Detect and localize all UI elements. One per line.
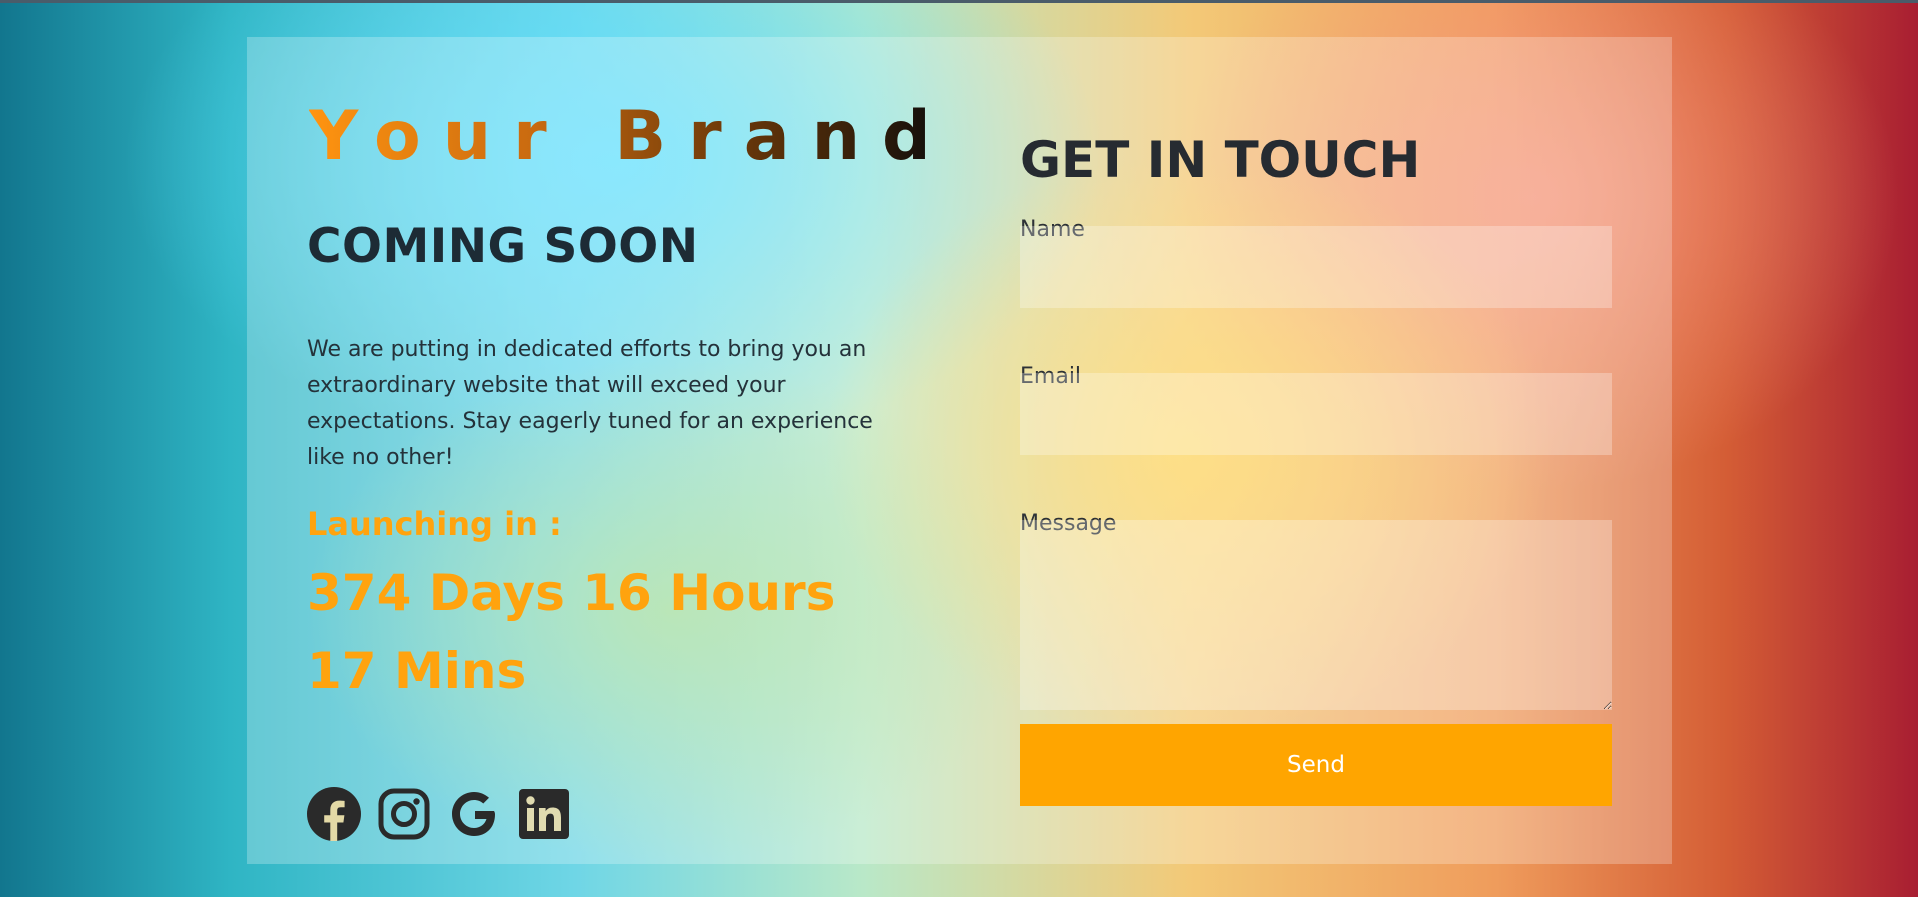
countdown-timer: 374 Days 16 Hours 17 Mins — [307, 564, 836, 700]
coming-soon-heading: COMING SOON — [307, 219, 699, 274]
intro-description: We are putting in dedicated efforts to b… — [307, 337, 873, 470]
contact-form: GET IN TOUCH Name Email Message Send — [1020, 37, 1612, 864]
brand-logo: Your Brand — [309, 97, 953, 176]
email-input[interactable] — [1020, 373, 1612, 455]
launch-label: Launching in : — [307, 505, 562, 543]
google-icon[interactable] — [447, 787, 501, 841]
window-top-border — [0, 0, 1918, 3]
content-card: Your Brand COMING SOON We are putting in… — [247, 37, 1672, 864]
message-textarea[interactable] — [1020, 520, 1612, 710]
get-in-touch-heading: GET IN TOUCH — [1020, 131, 1421, 189]
linkedin-icon[interactable] — [517, 787, 571, 841]
intro-column: Your Brand COMING SOON We are putting in… — [307, 37, 931, 864]
instagram-icon[interactable] — [377, 787, 431, 841]
send-button[interactable]: Send — [1020, 724, 1612, 806]
facebook-icon[interactable] — [307, 787, 361, 841]
name-input[interactable] — [1020, 226, 1612, 308]
social-links — [307, 787, 571, 841]
